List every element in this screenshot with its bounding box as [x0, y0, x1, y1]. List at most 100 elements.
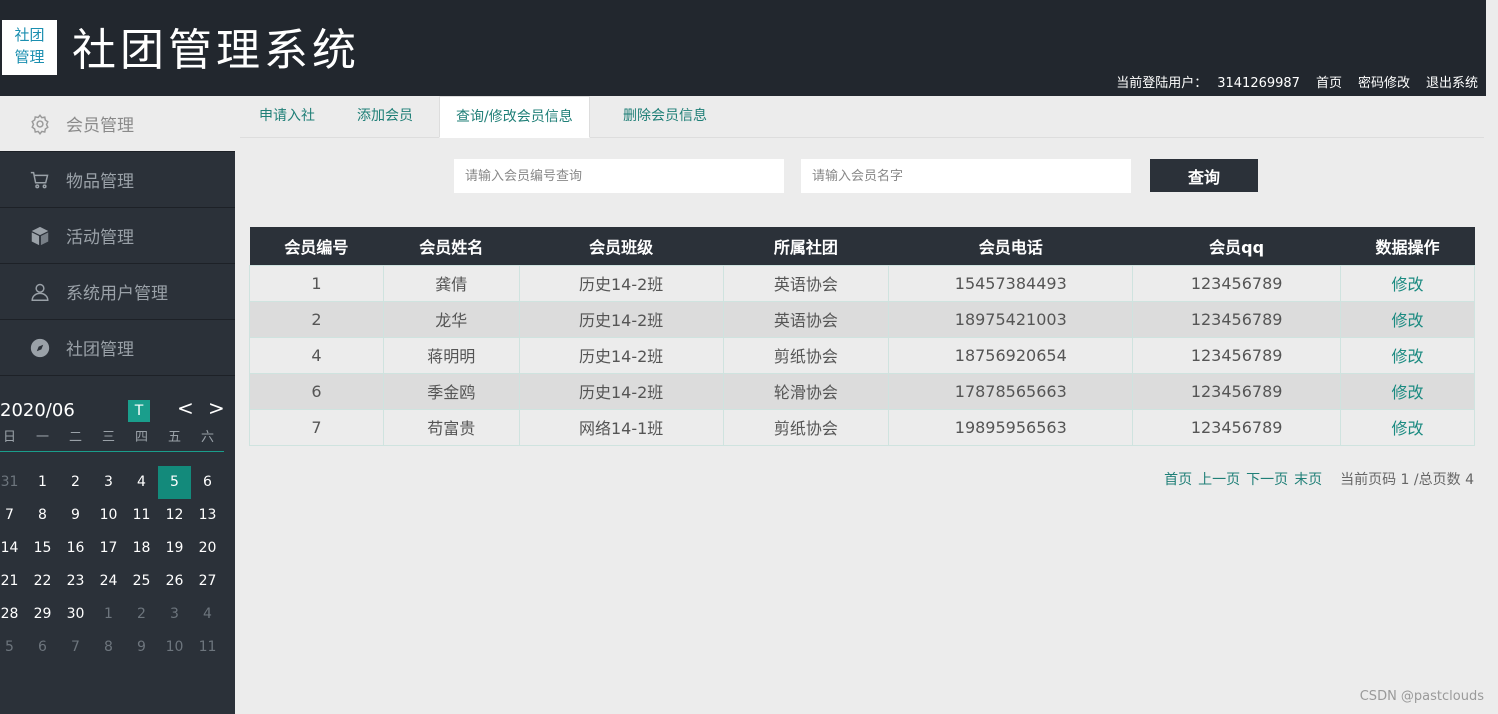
calendar-day[interactable]: 31 [0, 466, 26, 499]
cell-qq: 123456789 [1132, 336, 1342, 374]
calendar-day[interactable]: 17 [92, 532, 125, 565]
table-row: 4 蒋明明 历史14-2班 剪纸协会 18756920654 123456789… [249, 336, 1475, 374]
calendar-day[interactable]: 4 [125, 466, 158, 499]
cell-member-id: 4 [249, 336, 384, 374]
sidebar-item-system-users[interactable]: 系统用户管理 [0, 264, 235, 320]
user-icon [28, 280, 52, 304]
calendar-day[interactable]: 27 [191, 565, 224, 598]
calendar-day-selected[interactable]: 5 [158, 466, 191, 499]
calendar-day[interactable]: 14 [0, 532, 26, 565]
next-page-link[interactable]: 下一页 [1246, 469, 1288, 489]
calendar-day[interactable]: 2 [59, 466, 92, 499]
calendar-day[interactable]: 6 [26, 631, 59, 664]
app-logo: 社团 管理 [2, 20, 57, 75]
calendar-day[interactable]: 15 [26, 532, 59, 565]
calendar-prev-button[interactable]: < [177, 396, 194, 420]
calendar-day[interactable]: 7 [0, 499, 26, 532]
tab-add-member[interactable]: 添加会员 [357, 96, 413, 138]
sidebar-item-clubs[interactable]: 社团管理 [0, 320, 235, 376]
member-name-search-input[interactable] [801, 159, 1131, 193]
cell-member-name: 蒋明明 [382, 336, 520, 374]
calendar-day[interactable]: 12 [158, 499, 191, 532]
calendar-day[interactable]: 10 [158, 631, 191, 664]
compass-icon [28, 336, 52, 360]
calendar-next-button[interactable]: > [208, 396, 225, 420]
cell-club: 剪纸协会 [722, 336, 890, 374]
page-info: 当前页码 1 /总页数 4 [1340, 472, 1474, 488]
calendar-day[interactable]: 9 [59, 499, 92, 532]
sidebar-item-members[interactable]: 会员管理 [0, 96, 235, 152]
calendar-day[interactable]: 6 [191, 466, 224, 499]
sidebar-item-label: 活动管理 [66, 228, 134, 248]
column-header: 会员编号 [249, 227, 384, 265]
watermark: CSDN @pastclouds [1359, 689, 1484, 704]
edit-link[interactable]: 修改 [1340, 336, 1475, 374]
last-page-link[interactable]: 末页 [1294, 469, 1322, 489]
calendar-day[interactable]: 29 [26, 598, 59, 631]
tab-query-edit-member[interactable]: 查询/修改会员信息 [439, 96, 590, 138]
cell-phone: 17878565663 [888, 372, 1134, 410]
tab-delete-member[interactable]: 删除会员信息 [623, 96, 707, 138]
cell-club: 英语协会 [722, 300, 890, 338]
calendar-day[interactable]: 11 [191, 631, 224, 664]
calendar-today-button[interactable]: T [128, 400, 150, 422]
calendar-day[interactable]: 19 [158, 532, 191, 565]
edit-link[interactable]: 修改 [1340, 372, 1475, 410]
cell-club: 剪纸协会 [722, 408, 890, 446]
calendar-day[interactable]: 9 [125, 631, 158, 664]
calendar-day[interactable]: 4 [191, 598, 224, 631]
query-button[interactable]: 查询 [1150, 159, 1258, 192]
calendar-day[interactable]: 5 [0, 631, 26, 664]
edit-link[interactable]: 修改 [1340, 408, 1475, 446]
weekday-label: 三 [101, 430, 115, 445]
app-title: 社团管理系统 [72, 25, 360, 76]
calendar-day[interactable]: 21 [0, 565, 26, 598]
login-label: 当前登陆用户： [1116, 76, 1208, 91]
calendar-day[interactable]: 18 [125, 532, 158, 565]
cell-member-id: 1 [249, 264, 384, 302]
calendar-day[interactable]: 8 [92, 631, 125, 664]
sidebar-item-activities[interactable]: 活动管理 [0, 208, 235, 264]
cell-club: 轮滑协会 [722, 372, 890, 410]
calendar-day[interactable]: 24 [92, 565, 125, 598]
cell-member-class: 历史14-2班 [518, 300, 724, 338]
tab-apply-join[interactable]: 申请入社 [259, 96, 315, 138]
home-link[interactable]: 首页 [1316, 72, 1342, 91]
calendar-day[interactable]: 25 [125, 565, 158, 598]
prev-page-link[interactable]: 上一页 [1198, 469, 1240, 489]
calendar-day[interactable]: 26 [158, 565, 191, 598]
calendar-day[interactable]: 13 [191, 499, 224, 532]
calendar-day[interactable]: 7 [59, 631, 92, 664]
calendar-day[interactable]: 30 [59, 598, 92, 631]
password-change-link[interactable]: 密码修改 [1358, 72, 1410, 91]
sidebar-item-label: 会员管理 [66, 116, 134, 136]
calendar-day[interactable]: 11 [125, 499, 158, 532]
weekday-label: 一 [35, 430, 49, 445]
calendar-day[interactable]: 1 [26, 466, 59, 499]
calendar-day[interactable]: 2 [125, 598, 158, 631]
cell-club: 英语协会 [722, 264, 890, 302]
edit-link[interactable]: 修改 [1340, 264, 1475, 302]
cell-member-name: 龙华 [382, 300, 520, 338]
calendar-day[interactable]: 1 [92, 598, 125, 631]
logo-line1: 社团 [14, 26, 45, 44]
calendar-day[interactable]: 10 [92, 499, 125, 532]
member-id-search-input[interactable] [454, 159, 784, 193]
first-page-link[interactable]: 首页 [1164, 469, 1192, 489]
calendar-day[interactable]: 23 [59, 565, 92, 598]
cell-phone: 15457384493 [888, 264, 1134, 302]
calendar-day[interactable]: 22 [26, 565, 59, 598]
calendar-day[interactable]: 16 [59, 532, 92, 565]
calendar-day[interactable]: 20 [191, 532, 224, 565]
tab-bar: 申请入社 添加会员 查询/修改会员信息 删除会员信息 [240, 96, 1484, 138]
table-row: 6 季金鸥 历史14-2班 轮滑协会 17878565663 123456789… [249, 372, 1475, 410]
calendar-day[interactable]: 28 [0, 598, 26, 631]
calendar-day[interactable]: 3 [92, 466, 125, 499]
weekday-label: 日 [2, 430, 16, 445]
sidebar-item-items[interactable]: 物品管理 [0, 152, 235, 208]
cell-phone: 18975421003 [888, 300, 1134, 338]
calendar-day[interactable]: 3 [158, 598, 191, 631]
edit-link[interactable]: 修改 [1340, 300, 1475, 338]
logout-link[interactable]: 退出系统 [1426, 72, 1478, 91]
calendar-day[interactable]: 8 [26, 499, 59, 532]
